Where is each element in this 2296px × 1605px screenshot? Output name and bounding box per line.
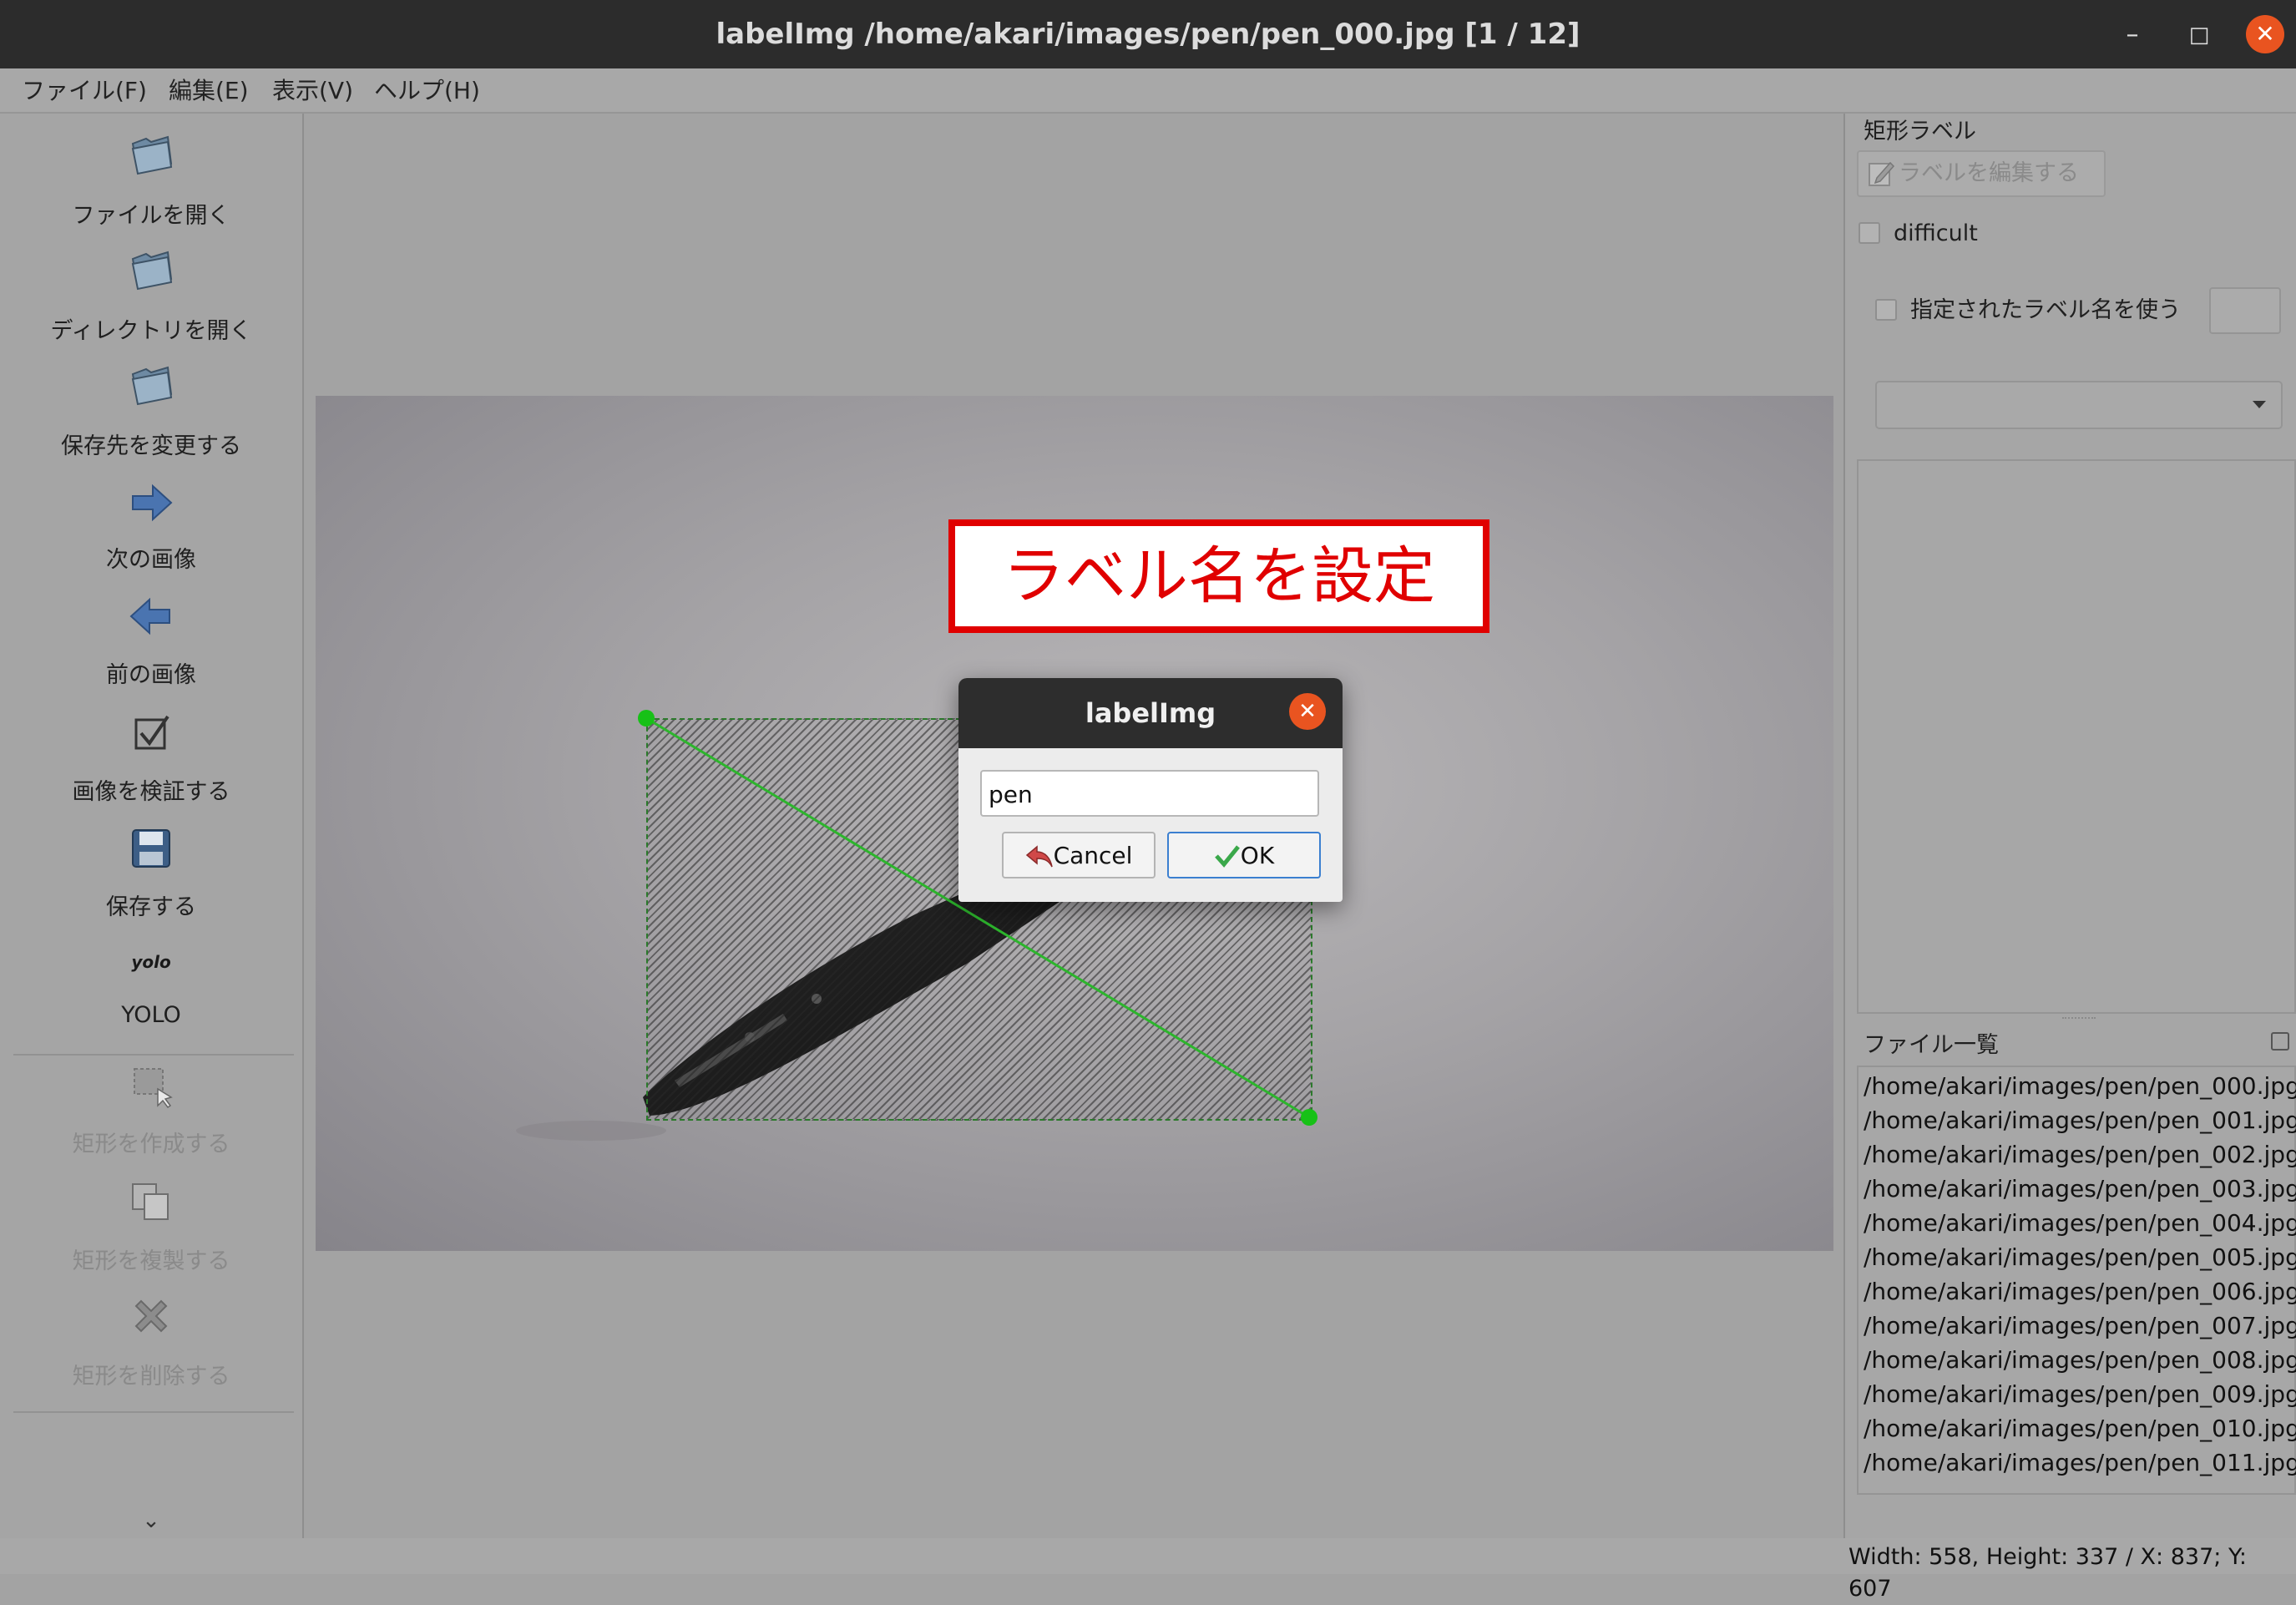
minimize-button[interactable]: – (2114, 17, 2151, 53)
save-icon (132, 829, 170, 868)
open-file-button[interactable] (0, 130, 302, 180)
duplicate-rect-icon (132, 1183, 169, 1220)
window-close-button[interactable]: ✕ (2246, 15, 2284, 53)
label-list[interactable] (1857, 459, 2296, 1014)
dialog-close-button[interactable]: ✕ (1289, 693, 1326, 730)
folder-open-icon (131, 366, 173, 406)
next-image-button[interactable] (0, 478, 302, 528)
difficult-label: difficult (1894, 220, 1978, 246)
arrow-right-icon (132, 484, 173, 522)
toolbar-separator (13, 1054, 294, 1056)
bbox-handle-bottom-right[interactable] (1301, 1109, 1317, 1126)
change-save-dir-label: 保存先を変更する (61, 433, 241, 459)
splitter-handle[interactable] (2062, 1017, 2096, 1022)
file-list-item[interactable]: /home/akari/images/pen/pen_011.jpg (1864, 1446, 2296, 1480)
prev-image-label: 前の画像 (106, 662, 196, 688)
ok-label: OK (1240, 842, 1275, 869)
arrow-left-icon (129, 597, 170, 635)
ok-button[interactable]: OK (1167, 832, 1321, 878)
box-labels-title: 矩形ラベル (1864, 119, 1976, 144)
file-list-item[interactable]: /home/akari/images/pen/pen_010.jpg (1864, 1411, 2296, 1446)
create-rect-label: 矩形を作成する (72, 1132, 230, 1157)
yolo-icon[interactable]: yolo (0, 945, 302, 979)
chevron-down-icon (2253, 401, 2266, 408)
open-file-label: ファイルを開く (72, 203, 230, 229)
cancel-label: Cancel (1053, 842, 1133, 869)
open-dir-button[interactable] (0, 246, 302, 296)
file-list-item[interactable]: /home/akari/images/pen/pen_007.jpg (1864, 1309, 2296, 1343)
file-list-item[interactable]: /home/akari/images/pen/pen_005.jpg (1864, 1240, 2296, 1274)
float-panel-icon[interactable] (2271, 1032, 2289, 1051)
file-list-item[interactable]: /home/akari/images/pen/pen_006.jpg (1864, 1274, 2296, 1309)
file-list-item[interactable]: /home/akari/images/pen/pen_004.jpg (1864, 1206, 2296, 1240)
use-default-label-text: 指定されたラベル名を使う (1910, 297, 2181, 323)
menu-help[interactable]: ヘルプ(H) (374, 73, 480, 109)
duplicate-rect-label: 矩形を複製する (72, 1248, 230, 1274)
open-dir-label: ディレクトリを開く (50, 318, 252, 344)
label-combo-box[interactable] (1875, 381, 2283, 429)
file-list-title: ファイル一覧 (1864, 1032, 1999, 1058)
menu-view[interactable]: 表示(V) (272, 73, 353, 109)
label-dialog: labelImg ✕ pen Cancel OK (958, 678, 1343, 902)
checkbox-icon (134, 715, 169, 750)
change-save-dir-button[interactable] (0, 361, 302, 411)
duplicate-rect-button[interactable] (0, 1177, 302, 1228)
label-input[interactable]: pen (980, 770, 1319, 817)
file-list-item[interactable]: /home/akari/images/pen/pen_000.jpg (1864, 1069, 2296, 1103)
checkmark-icon (1214, 845, 1240, 868)
annotation-callout: ラベル名を設定 (948, 519, 1489, 633)
delete-rect-icon (134, 1299, 168, 1333)
yolo-label: YOLO (121, 1002, 181, 1028)
difficult-checkbox[interactable] (1859, 222, 1880, 244)
save-label: 保存する (106, 894, 196, 920)
file-list-item[interactable]: /home/akari/images/pen/pen_009.jpg (1864, 1377, 2296, 1411)
use-default-label-checkbox[interactable] (1875, 299, 1897, 321)
toolbar-more-icon[interactable]: ⌄ (0, 1508, 302, 1533)
prev-image-button[interactable] (0, 591, 302, 641)
maximize-button[interactable]: □ (2181, 17, 2218, 53)
bbox-handle-top-left[interactable] (638, 710, 655, 727)
create-rect-button[interactable] (0, 1061, 302, 1111)
verify-image-button[interactable] (0, 708, 302, 758)
status-text: Width: 558, Height: 337 / X: 837; Y: 607 (1848, 1544, 2247, 1602)
edit-label-text: ラベルを編集する (1899, 160, 2079, 186)
folder-open-icon (131, 135, 173, 175)
delete-rect-button[interactable] (0, 1293, 302, 1343)
next-image-label: 次の画像 (106, 547, 196, 573)
folder-open-icon (131, 251, 173, 291)
save-button[interactable] (0, 823, 302, 873)
menu-file[interactable]: ファイル(F) (22, 73, 147, 109)
file-list-item[interactable]: /home/akari/images/pen/pen_003.jpg (1864, 1172, 2296, 1206)
edit-icon (1869, 161, 1895, 186)
create-rect-icon (134, 1068, 173, 1109)
default-label-input[interactable] (2209, 287, 2281, 334)
cancel-button[interactable]: Cancel (1002, 832, 1156, 878)
file-list-item[interactable]: /home/akari/images/pen/pen_001.jpg (1864, 1103, 2296, 1137)
undo-icon (1025, 845, 1053, 868)
file-list-item[interactable]: /home/akari/images/pen/pen_008.jpg (1864, 1343, 2296, 1377)
delete-rect-label: 矩形を削除する (72, 1364, 230, 1390)
toolbar-separator (13, 1411, 294, 1413)
file-list-item[interactable]: /home/akari/images/pen/pen_002.jpg (1864, 1137, 2296, 1172)
verify-image-label: 画像を検証する (72, 779, 230, 805)
dialog-title: labelImg (1085, 697, 1216, 729)
window-title: labelImg /home/akari/images/pen/pen_000.… (716, 18, 1580, 51)
menu-edit[interactable]: 編集(E) (169, 73, 249, 109)
